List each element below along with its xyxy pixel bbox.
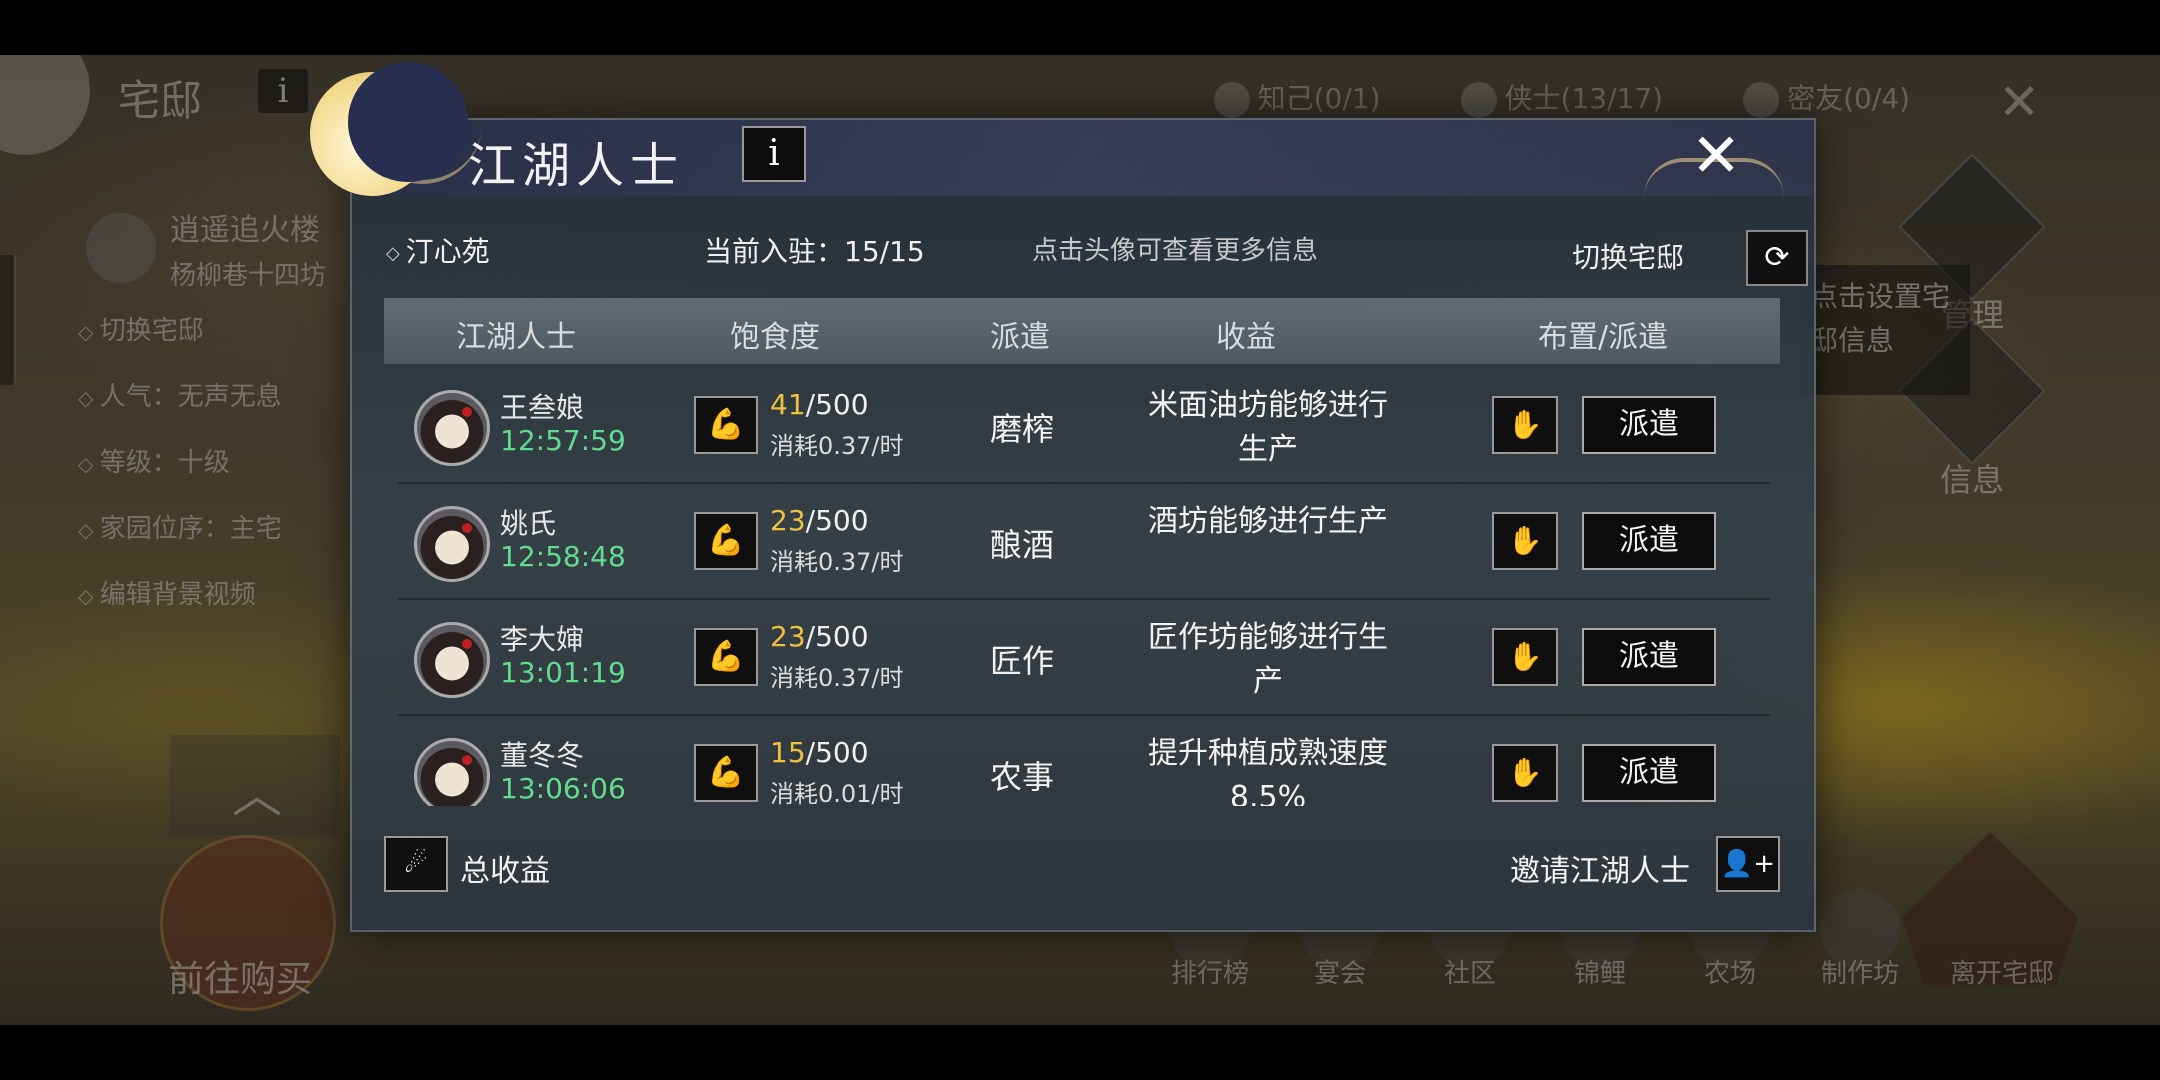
satiety-value: 41/500 bbox=[770, 388, 869, 421]
avatar[interactable] bbox=[414, 738, 490, 806]
place-hand-icon[interactable]: ✋ bbox=[1492, 628, 1558, 686]
moon-icon bbox=[310, 62, 468, 196]
add-person-icon[interactable]: 👤+ bbox=[1716, 836, 1780, 892]
food-arm-icon[interactable]: 💪 bbox=[694, 744, 758, 802]
table-row: 王叁娘 12:57:59 💪 41/500 消耗0.37/时 磨榨 米面油坊能够… bbox=[398, 366, 1770, 484]
person-name: 董冬冬 bbox=[500, 739, 585, 772]
jianghu-dialog: 江湖人士 i ✕ 汀心苑 当前入驻：15/15 点击头像可查看更多信息 切换宅邸… bbox=[310, 62, 1816, 932]
satiety-value: 15/500 bbox=[770, 736, 869, 769]
food-arm-icon[interactable]: 💪 bbox=[694, 396, 758, 454]
total-benefit-icon[interactable]: ☄ bbox=[384, 836, 448, 892]
dialog-header: 江湖人士 i ✕ bbox=[310, 62, 1814, 196]
occupancy-count: 当前入驻：15/15 bbox=[704, 235, 925, 268]
dispatch-button[interactable]: 派遣 bbox=[1582, 628, 1716, 686]
satiety-rate: 消耗0.01/时 bbox=[770, 780, 904, 806]
benefit-text: 米面油坊能够进行生产 bbox=[1148, 388, 1388, 467]
refresh-icon[interactable]: ⟳ bbox=[1746, 230, 1808, 286]
person-time: 13:01:19 bbox=[500, 656, 626, 689]
close-icon[interactable]: ✕ bbox=[1684, 126, 1748, 190]
avatar[interactable] bbox=[414, 622, 490, 698]
dialog-title: 江湖人士 bbox=[468, 138, 685, 194]
table-row: 董冬冬 13:06:06 💪 15/500 消耗0.01/时 农事 提升种植成熟… bbox=[398, 714, 1770, 806]
current-home-label: 汀心苑 bbox=[386, 230, 490, 270]
satiety-rate: 消耗0.37/时 bbox=[770, 664, 904, 692]
avatar-hint: 点击头像可查看更多信息 bbox=[1032, 236, 1319, 266]
total-benefit-label[interactable]: 总收益 bbox=[460, 846, 550, 890]
avatar[interactable] bbox=[414, 390, 490, 466]
place-hand-icon[interactable]: ✋ bbox=[1492, 512, 1558, 570]
dialog-info-button[interactable]: i bbox=[742, 126, 806, 182]
person-time: 12:58:48 bbox=[500, 540, 626, 573]
person-name: 王叁娘 bbox=[500, 391, 585, 424]
dispatch-type: 匠作 bbox=[990, 642, 1055, 680]
place-hand-icon[interactable]: ✋ bbox=[1492, 396, 1558, 454]
dispatch-button[interactable]: 派遣 bbox=[1582, 396, 1716, 454]
benefit-text: 酒坊能够进行生产 bbox=[1148, 504, 1388, 539]
satiety-value: 23/500 bbox=[770, 620, 869, 653]
person-time: 13:06:06 bbox=[500, 772, 626, 805]
table-header: 江湖人士 饱食度 派遣 收益 布置/派遣 bbox=[384, 298, 1780, 364]
benefit-text: 匠作坊能够进行生产 bbox=[1148, 620, 1388, 699]
satiety-value: 23/500 bbox=[770, 504, 869, 537]
switch-home-label[interactable]: 切换宅邸 bbox=[1572, 236, 1684, 276]
food-arm-icon[interactable]: 💪 bbox=[694, 512, 758, 570]
person-name: 姚氏 bbox=[500, 507, 557, 540]
col-benefit: 收益 bbox=[1216, 320, 1276, 355]
dispatch-button[interactable]: 派遣 bbox=[1582, 744, 1716, 802]
table-row: 李大婶 13:01:19 💪 23/500 消耗0.37/时 匠作 匠作坊能够进… bbox=[398, 598, 1770, 716]
satiety-rate: 消耗0.37/时 bbox=[770, 548, 904, 576]
avatar[interactable] bbox=[414, 506, 490, 582]
dispatch-type: 农事 bbox=[990, 758, 1055, 796]
dispatch-type: 酿酒 bbox=[990, 526, 1055, 564]
invite-label[interactable]: 邀请江湖人士 bbox=[1510, 846, 1690, 890]
dialog-subheader: 汀心苑 当前入驻：15/15 点击头像可查看更多信息 切换宅邸 ⟳ bbox=[386, 230, 1808, 286]
dispatch-type: 磨榨 bbox=[990, 410, 1055, 448]
food-arm-icon[interactable]: 💪 bbox=[694, 628, 758, 686]
satiety-rate: 消耗0.37/时 bbox=[770, 432, 904, 460]
person-time: 12:57:59 bbox=[500, 424, 626, 457]
place-hand-icon[interactable]: ✋ bbox=[1492, 744, 1558, 802]
col-place-dispatch: 布置/派遣 bbox=[1538, 320, 1669, 355]
col-satiety: 饱食度 bbox=[730, 320, 820, 355]
benefit-text: 提升种植成熟速度8.5% bbox=[1148, 736, 1388, 806]
person-list[interactable]: 王叁娘 12:57:59 💪 41/500 消耗0.37/时 磨榨 米面油坊能够… bbox=[398, 366, 1770, 806]
person-name: 李大婶 bbox=[500, 623, 585, 656]
table-row: 姚氏 12:58:48 💪 23/500 消耗0.37/时 酿酒 酒坊能够进行生… bbox=[398, 482, 1770, 600]
dispatch-button[interactable]: 派遣 bbox=[1582, 512, 1716, 570]
col-person: 江湖人士 bbox=[456, 320, 576, 355]
col-dispatch: 派遣 bbox=[990, 320, 1050, 355]
